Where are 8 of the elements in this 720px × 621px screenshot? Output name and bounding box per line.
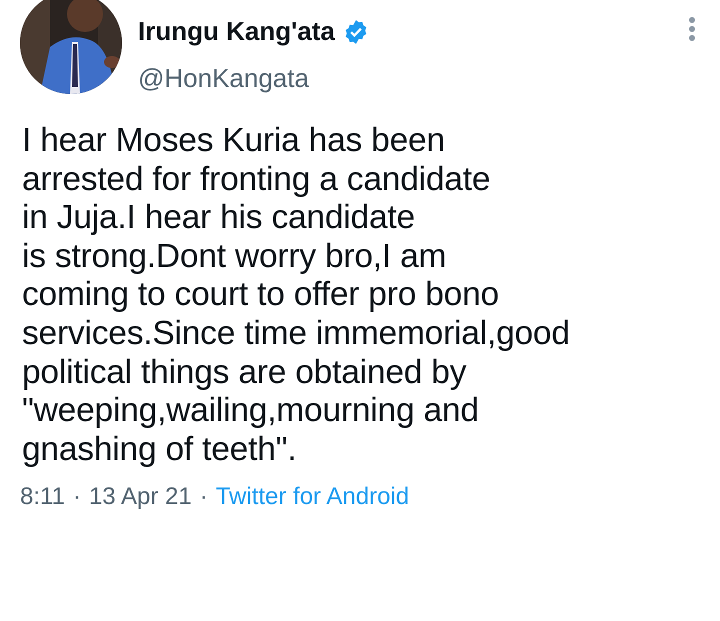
tweet-text: I hear Moses Kuria has been arrested for fronting a candidate in Juja.I hear his candidate is strong.Dont worry bro,I am coming to court to offer pro bono services.Since time immemorial,good political things are obtained by "weeping,wailing,mourning and gnashing of teeth". — [22, 122, 571, 470]
author-name[interactable]: Irungu Kang'ata — [138, 12, 335, 51]
separator-dot: · — [72, 482, 81, 512]
author-handle[interactable]: @HonKangata — [138, 59, 688, 98]
separator-dot: · — [200, 482, 208, 512]
tweet-time: 8:11 — [20, 482, 65, 512]
more-options-icon[interactable] — [688, 16, 696, 42]
tweet-date: 13 Apr 21 — [88, 482, 192, 512]
